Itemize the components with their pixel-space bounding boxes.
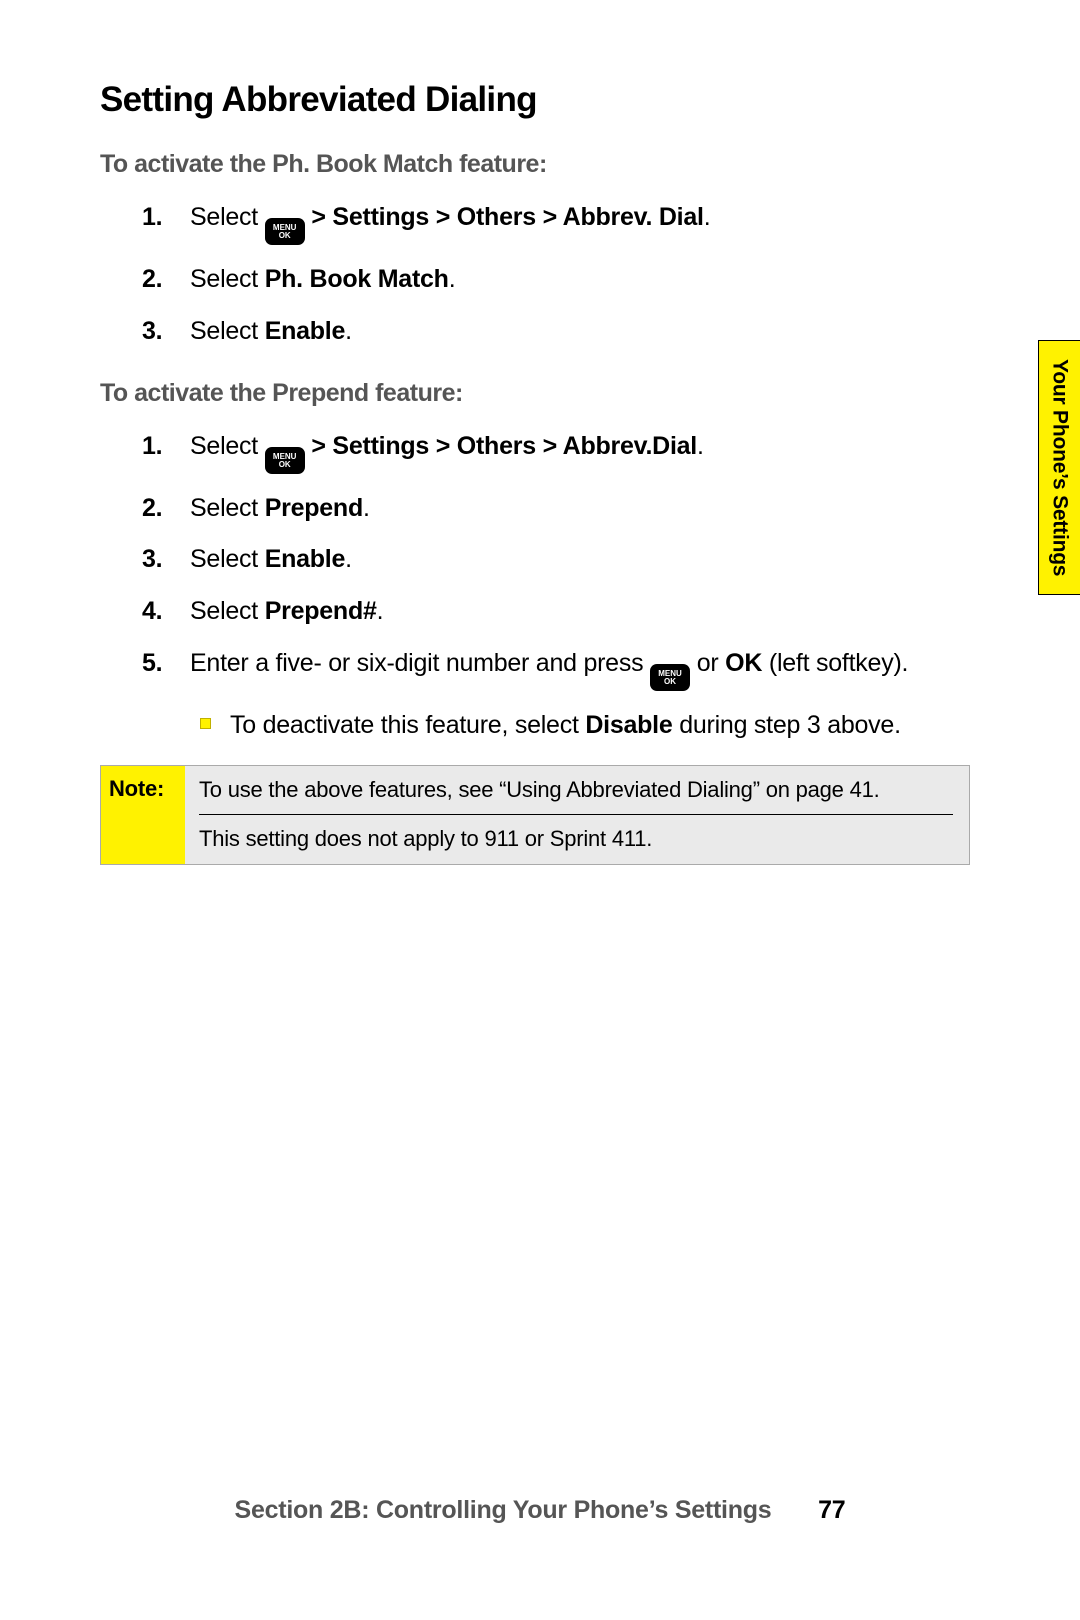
bold-text: Prepend (265, 494, 363, 522)
list-number: 2. (142, 263, 162, 297)
page-number: 77 (818, 1496, 845, 1524)
list-number: 5. (142, 647, 162, 681)
text: . (345, 545, 352, 573)
bold-text: OK (725, 649, 762, 677)
menu-ok-key-icon: MENUOK (265, 218, 305, 245)
bold-text: Enable (265, 317, 345, 345)
list-item: 1. Select MENUOK > Settings > Others > A… (100, 430, 970, 474)
list-item: 3. Select Enable. (100, 315, 970, 349)
list-number: 2. (142, 492, 162, 526)
note-label: Note: (101, 766, 185, 864)
list-number: 3. (142, 315, 162, 349)
subhead-prepend: To activate the Prepend feature: (100, 379, 970, 408)
text: . (363, 494, 370, 522)
text: . (704, 203, 711, 231)
text: Select (190, 432, 265, 460)
text: Select (190, 494, 265, 522)
bold-text: > Settings > Others > Abbrev. Dial (305, 203, 704, 231)
page-content: Setting Abbreviated Dialing To activate … (0, 0, 1080, 865)
subhead-bookmatch: To activate the Ph. Book Match feature: (100, 150, 970, 179)
note-body: To use the above features, see “Using Ab… (185, 766, 969, 864)
list-item: 5. Enter a five- or six-digit number and… (100, 647, 970, 691)
menu-ok-key-icon: MENUOK (650, 664, 690, 691)
list-number: 1. (142, 201, 162, 235)
text: . (377, 597, 384, 625)
text: or (690, 649, 725, 677)
text: during step 3 above. (673, 711, 901, 739)
list-bookmatch: 1. Select MENUOK > Settings > Others > A… (100, 201, 970, 349)
bold-text: Prepend# (265, 597, 377, 625)
text: (left softkey). (762, 649, 908, 677)
sub-bullet: To deactivate this feature, select Disab… (100, 709, 970, 743)
note-separator (199, 814, 953, 815)
list-item: 1. Select MENUOK > Settings > Others > A… (100, 201, 970, 245)
note-line-2: This setting does not apply to 911 or Sp… (199, 825, 953, 854)
list-item: 2. Select Ph. Book Match. (100, 263, 970, 297)
text: Enter a five- or six-digit number and pr… (190, 649, 650, 677)
text: Select (190, 597, 265, 625)
bold-text: Enable (265, 545, 345, 573)
list-item: 3. Select Enable. (100, 543, 970, 577)
bold-text: Disable (585, 711, 672, 739)
menu-ok-key-icon: MENUOK (265, 447, 305, 474)
text: Select (190, 545, 265, 573)
page-footer: Section 2B: Controlling Your Phone’s Set… (0, 1496, 1080, 1525)
text: . (449, 265, 456, 293)
side-tab-label: Your Phone’s Settings (1048, 359, 1072, 576)
square-bullet-icon (200, 718, 211, 729)
bold-text: Ph. Book Match (265, 265, 449, 293)
bold-text: > Settings > Others > Abbrev.Dial (305, 432, 697, 460)
text: . (345, 317, 352, 345)
text: Select (190, 265, 265, 293)
list-item: 2. Select Prepend. (100, 492, 970, 526)
list-number: 3. (142, 543, 162, 577)
note-box: Note: To use the above features, see “Us… (100, 765, 970, 865)
list-prepend: 1. Select MENUOK > Settings > Others > A… (100, 430, 970, 691)
note-line-1: To use the above features, see “Using Ab… (199, 776, 953, 805)
side-tab: Your Phone’s Settings (1038, 340, 1080, 595)
page-title: Setting Abbreviated Dialing (100, 80, 970, 120)
list-number: 4. (142, 595, 162, 629)
list-number: 1. (142, 430, 162, 464)
text: Select (190, 203, 265, 231)
footer-section: Section 2B: Controlling Your Phone’s Set… (235, 1496, 772, 1524)
text: To deactivate this feature, select (230, 711, 585, 739)
text: . (697, 432, 704, 460)
list-item: 4. Select Prepend#. (100, 595, 970, 629)
text: Select (190, 317, 265, 345)
